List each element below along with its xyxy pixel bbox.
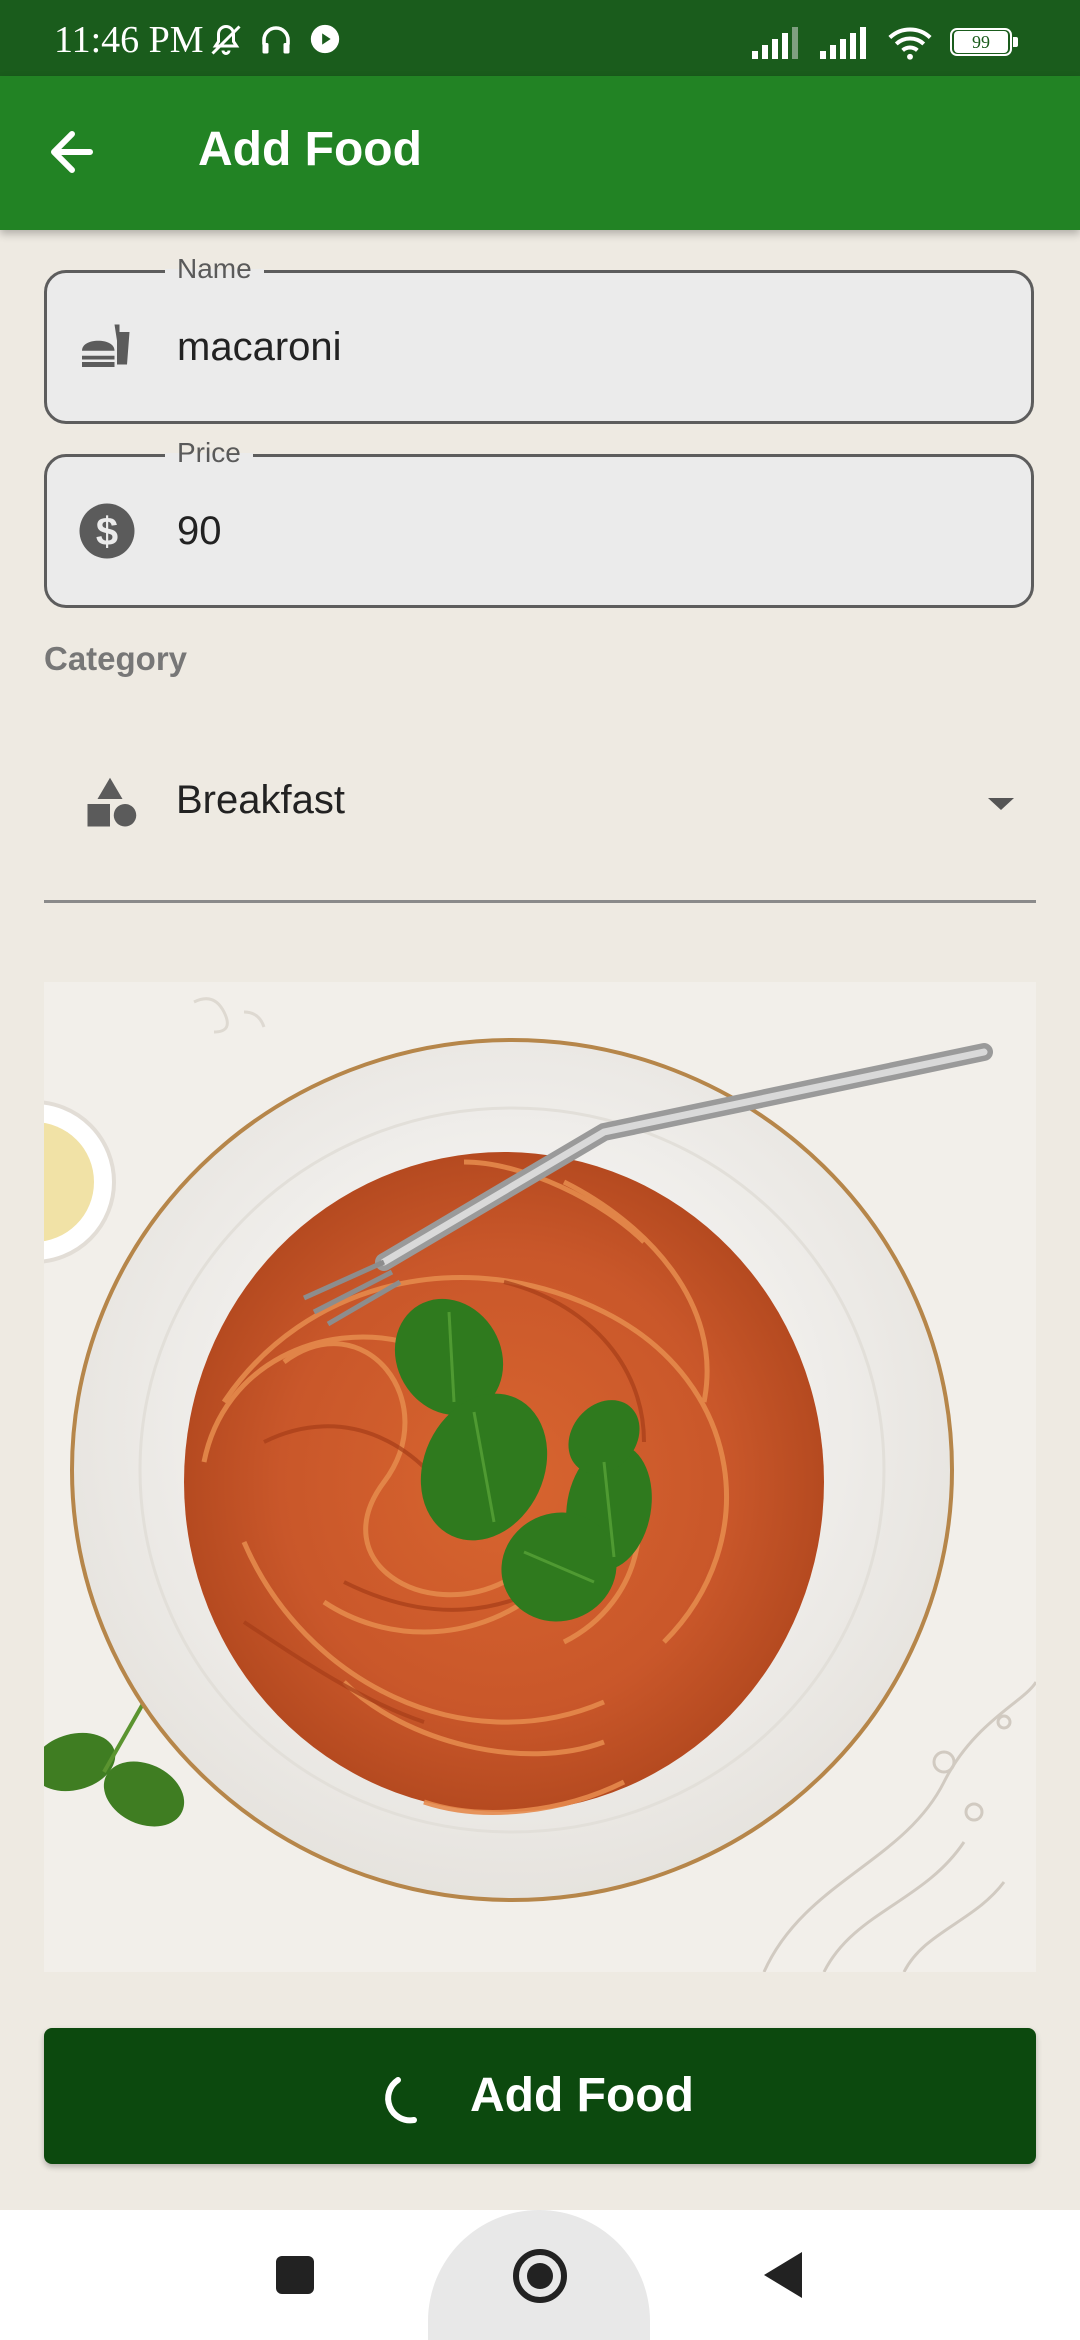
name-field-label: Name [165,253,264,285]
arrow-left-icon [51,131,93,173]
back-button[interactable] [40,120,112,184]
circle-icon [513,2249,567,2303]
navigation-bar [0,2210,1080,2340]
price-field-label: Price [165,437,253,469]
mute-icon [211,24,241,55]
loading-spinner-icon [385,2077,417,2124]
category-dropdown[interactable]: Breakfast [44,730,1036,903]
category-selected-value: Breakfast [176,778,345,822]
price-field[interactable]: Price $ 90 [44,437,1034,608]
triangle-left-icon [764,2252,802,2298]
headset-icon [262,26,290,54]
battery-icon: 99 [950,28,1020,58]
back-nav-button[interactable] [760,2250,806,2300]
status-bar: 11:46 PM 99 [0,0,1080,76]
category-label: Category [44,640,188,677]
page-title: Add Food [198,123,422,176]
fastfood-icon [82,324,130,367]
battery-level: 99 [954,31,1008,53]
chevron-down-icon [988,798,1014,810]
spaghetti-plate-illustration [44,982,1036,1972]
status-time: 11:46 PM [54,19,204,61]
name-field[interactable]: Name macaroni [44,253,1034,424]
name-input[interactable]: macaroni [177,325,342,370]
dollar-icon: $ [79,503,135,559]
add-food-button[interactable]: Add Food [44,2028,1036,2164]
wifi-icon [888,27,932,60]
category-shapes-icon [87,777,137,827]
app-bar: Add Food [0,76,1080,230]
home-button[interactable] [510,2246,570,2306]
add-food-button-label: Add Food [470,2069,694,2122]
recents-button[interactable] [274,2254,316,2296]
signal-icon [820,27,866,59]
signal-icon [752,27,798,59]
square-icon [276,2256,314,2294]
food-image [44,982,1036,1972]
svg-text:$: $ [96,510,118,554]
price-input[interactable]: 90 [177,509,222,554]
play-icon [310,24,340,54]
